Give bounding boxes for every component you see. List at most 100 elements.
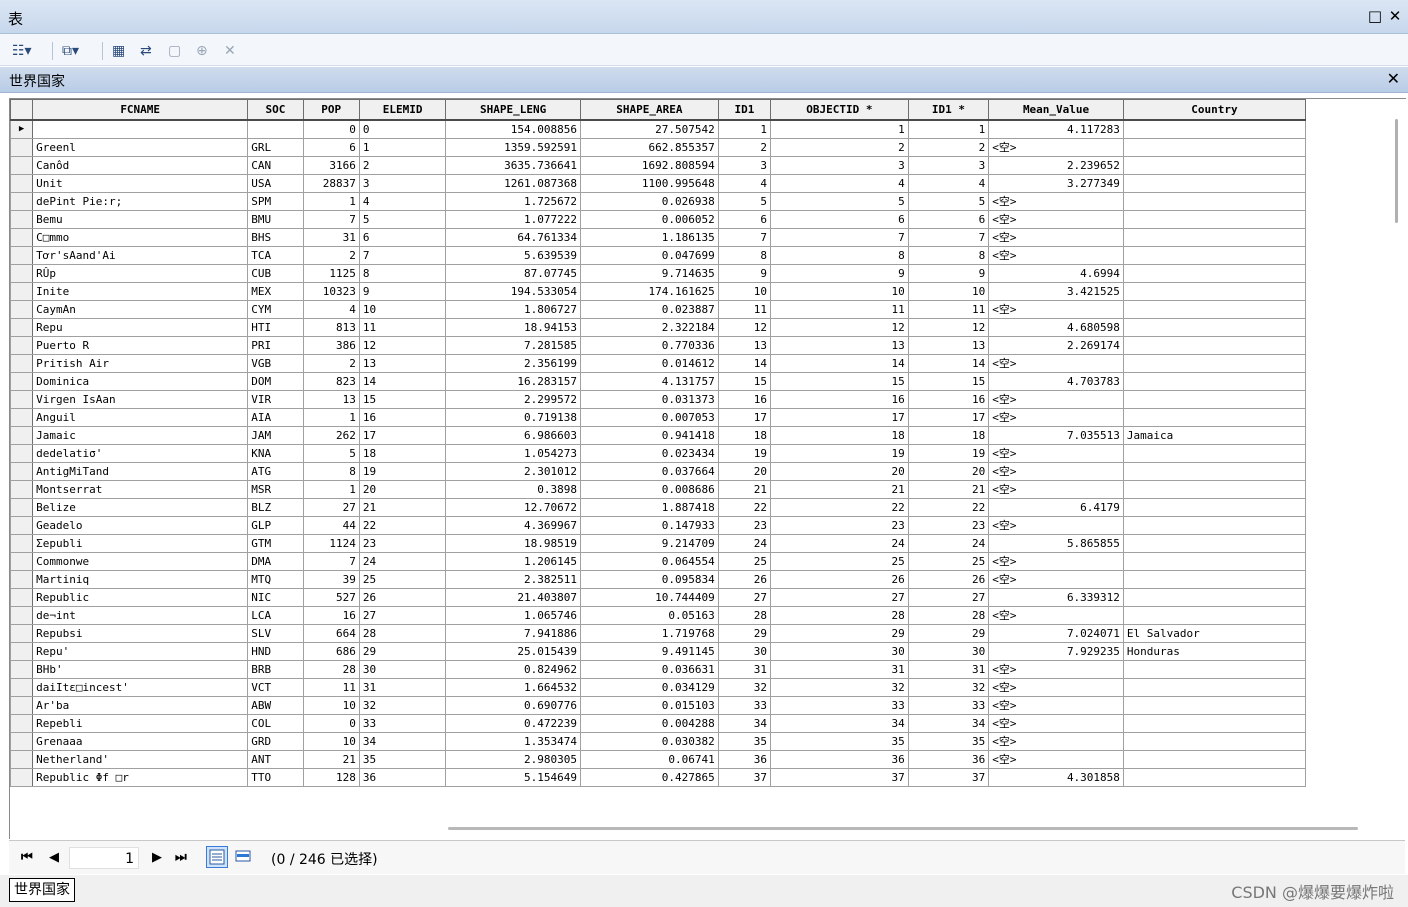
table-cell[interactable]: Virgen IsAan: [32, 390, 249, 409]
table-cell[interactable]: [1122, 678, 1307, 697]
table-cell[interactable]: 0: [302, 119, 360, 139]
table-cell[interactable]: 8: [717, 246, 772, 265]
table-cell[interactable]: 7: [770, 228, 909, 247]
table-cell[interactable]: ATG: [247, 462, 304, 481]
table-cell[interactable]: Unit: [32, 174, 249, 193]
table-cell[interactable]: 31: [358, 678, 447, 697]
table-cell[interactable]: [1122, 354, 1307, 373]
table-cell[interactable]: LCA: [247, 606, 304, 625]
table-cell[interactable]: Jamaic: [32, 426, 249, 445]
table-cell[interactable]: SPM: [247, 192, 304, 211]
row-selector[interactable]: [10, 246, 34, 265]
table-cell[interactable]: 0.006052: [580, 210, 719, 229]
table-row[interactable]: Jamaic JAM 262 17 6.986603 0.941418 18 18 18 7.03…: [10, 426, 1307, 445]
table-cell[interactable]: 0.031373: [580, 390, 719, 409]
table-row[interactable]: Priτish Air VGB 2 13 2.356199 0.014612 14 14 14 <…: [10, 354, 1307, 373]
table-row[interactable]: Repu HTI 813 11 18.94153 2.322184 12 12 12 4.6805…: [10, 318, 1307, 337]
table-cell[interactable]: <空>: [988, 732, 1124, 751]
table-cell[interactable]: 11: [907, 300, 990, 319]
row-selector[interactable]: [10, 480, 34, 499]
table-cell[interactable]: [1122, 246, 1307, 265]
table-options-icon[interactable]: ☷▾: [12, 41, 32, 61]
row-selector[interactable]: [10, 372, 34, 391]
row-selector[interactable]: [10, 390, 34, 409]
table-cell[interactable]: 8: [907, 246, 990, 265]
table-cell[interactable]: Puerto R: [32, 336, 249, 355]
row-selector[interactable]: [10, 426, 34, 445]
table-row[interactable]: Greenl GRL 6 1 1359.592591 662.855357 2 2 2 <空>: [10, 138, 1307, 157]
table-cell[interactable]: 2.980305: [445, 750, 582, 769]
table-cell[interactable]: 0.770336: [580, 336, 719, 355]
table-cell[interactable]: BHS: [247, 228, 304, 247]
table-cell[interactable]: 1: [302, 480, 360, 499]
table-cell[interactable]: 32: [358, 696, 447, 715]
table-cell[interactable]: 1: [907, 119, 990, 139]
table-cell[interactable]: 26: [358, 588, 447, 607]
table-cell[interactable]: CaymAn: [32, 300, 249, 319]
table-cell[interactable]: 9: [358, 282, 447, 301]
table-cell[interactable]: 21: [302, 750, 360, 769]
table-cell[interactable]: 26: [907, 570, 990, 589]
table-row[interactable]: C□mmo BHS 31 6 64.761334 1.186135 7 7 7 <空>: [10, 228, 1307, 247]
table-cell[interactable]: Jamaica: [1122, 426, 1307, 445]
row-selector[interactable]: [10, 318, 34, 337]
table-cell[interactable]: [247, 119, 304, 139]
table-cell[interactable]: 1: [302, 408, 360, 427]
table-cell[interactable]: 28: [770, 606, 909, 625]
table-cell[interactable]: <空>: [988, 462, 1124, 481]
table-cell[interactable]: 22: [358, 516, 447, 535]
table-row[interactable]: Republic NIC 527 26 21.403807 10.744409 27 27 27…: [10, 588, 1307, 607]
table-cell[interactable]: 0.034129: [580, 678, 719, 697]
row-selector[interactable]: [10, 138, 34, 157]
first-record-button[interactable]: ⏮: [21, 850, 33, 865]
row-selector[interactable]: [10, 624, 34, 643]
table-cell[interactable]: 31: [302, 228, 360, 247]
table-cell[interactable]: 2.322184: [580, 318, 719, 337]
table-cell[interactable]: 16: [358, 408, 447, 427]
table-cell[interactable]: <空>: [988, 444, 1124, 463]
table-cell[interactable]: 34: [907, 714, 990, 733]
table-cell[interactable]: 39: [302, 570, 360, 589]
table-cell[interactable]: Montserrat: [32, 480, 249, 499]
table-cell[interactable]: 7: [717, 228, 772, 247]
table-cell[interactable]: 10: [770, 282, 909, 301]
table-cell[interactable]: 29: [358, 642, 447, 661]
table-cell[interactable]: 10: [302, 732, 360, 751]
table-cell[interactable]: 12: [717, 318, 772, 337]
table-cell[interactable]: 10: [907, 282, 990, 301]
table-cell[interactable]: 33: [907, 696, 990, 715]
table-cell[interactable]: [1122, 696, 1307, 715]
table-cell[interactable]: Σepubli: [32, 534, 249, 553]
table-cell[interactable]: 664: [302, 624, 360, 643]
row-selector[interactable]: [10, 264, 34, 283]
table-cell[interactable]: 25: [770, 552, 909, 571]
table-cell[interactable]: 0.941418: [580, 426, 719, 445]
table-cell[interactable]: GTM: [247, 534, 304, 553]
row-selector[interactable]: ▶: [10, 119, 34, 139]
table-cell[interactable]: 30: [770, 642, 909, 661]
table-cell[interactable]: 28: [717, 606, 772, 625]
row-selector[interactable]: [10, 606, 34, 625]
table-cell[interactable]: 1.725672: [445, 192, 582, 211]
table-cell[interactable]: 1100.995648: [580, 174, 719, 193]
table-cell[interactable]: [1122, 228, 1307, 247]
table-cell[interactable]: 1.186135: [580, 228, 719, 247]
table-cell[interactable]: 5: [358, 210, 447, 229]
table-cell[interactable]: 10323: [302, 282, 360, 301]
table-cell[interactable]: 10: [717, 282, 772, 301]
column-header[interactable]: Country: [1122, 99, 1307, 121]
table-cell[interactable]: 28: [907, 606, 990, 625]
table-cell[interactable]: [32, 119, 249, 139]
table-cell[interactable]: 35: [358, 750, 447, 769]
table-cell[interactable]: 9.714635: [580, 264, 719, 283]
table-cell[interactable]: 30: [358, 660, 447, 679]
table-cell[interactable]: 6.4179: [988, 498, 1124, 517]
column-header[interactable]: OBJECTID *: [770, 99, 909, 121]
table-cell[interactable]: [1122, 552, 1307, 571]
table-cell[interactable]: 17: [770, 408, 909, 427]
table-row[interactable]: BHb' BRB 28 30 0.824962 0.036631 31 31 31 <空>: [10, 660, 1307, 679]
table-cell[interactable]: 11: [717, 300, 772, 319]
table-cell[interactable]: CYM: [247, 300, 304, 319]
table-cell[interactable]: 0.014612: [580, 354, 719, 373]
table-cell[interactable]: 28837: [302, 174, 360, 193]
